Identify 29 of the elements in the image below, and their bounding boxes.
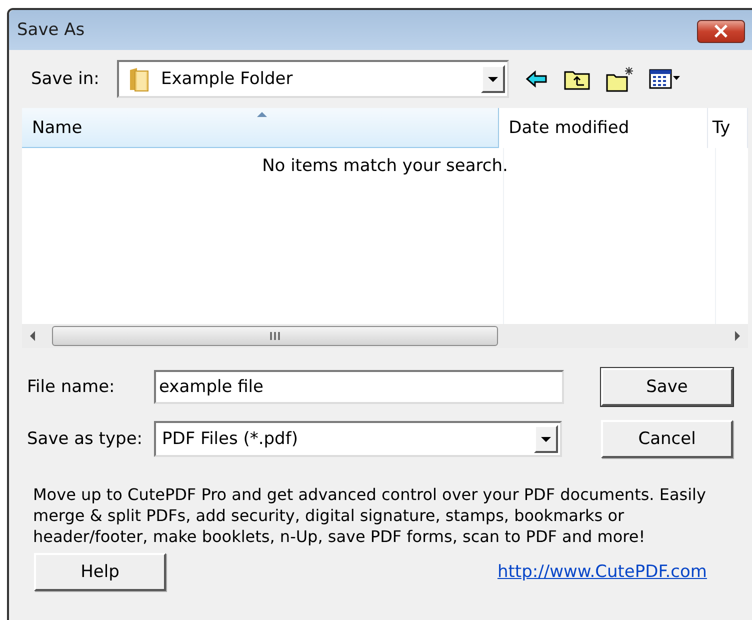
window-title: Save As: [17, 20, 85, 40]
column-header[interactable]: Date modified: [498, 108, 708, 148]
back-arrow-icon[interactable]: [525, 69, 549, 89]
grip-icon: [269, 331, 281, 341]
save-in-dropdown[interactable]: Example Folder: [117, 60, 509, 98]
website-link[interactable]: http://www.CutePDF.com: [497, 562, 707, 582]
empty-message: No items match your search.: [261, 155, 509, 176]
folder-icon: [127, 66, 151, 92]
help-button[interactable]: Help: [34, 553, 166, 591]
save-in-label: Save in:: [30, 69, 100, 89]
scroll-right-icon[interactable]: [732, 330, 742, 342]
file-name-field[interactable]: example file: [154, 370, 564, 404]
view-menu-icon[interactable]: [649, 68, 681, 90]
close-button[interactable]: ×: [697, 20, 745, 43]
cancel-button[interactable]: Cancel: [601, 420, 733, 458]
column-label: Name: [32, 118, 82, 138]
sort-arrow-icon: [256, 111, 268, 118]
file-name-label: File name:: [26, 377, 116, 397]
scroll-left-icon[interactable]: [28, 330, 38, 342]
save-button[interactable]: Save: [601, 368, 733, 406]
folder-name: Example Folder: [161, 69, 294, 89]
save-as-type-label: Save as type:: [26, 429, 144, 449]
new-folder-icon[interactable]: [605, 66, 635, 92]
scroll-thumb[interactable]: [52, 326, 498, 346]
column-header[interactable]: Ty: [708, 108, 748, 148]
file-type-dropdown[interactable]: PDF Files (*.pdf): [154, 421, 562, 457]
horizontal-scrollbar[interactable]: [22, 324, 748, 348]
promo-text: Move up to CutePDF Pro and get advanced control over your PDF documents. Easily merge & split PDFs, add security, digital signature, stamps, bookmarks or header/footer, make booklets, n-Up, save PDF forms, scan to PDF and more!: [33, 484, 707, 547]
column-header[interactable]: Name: [22, 108, 499, 148]
